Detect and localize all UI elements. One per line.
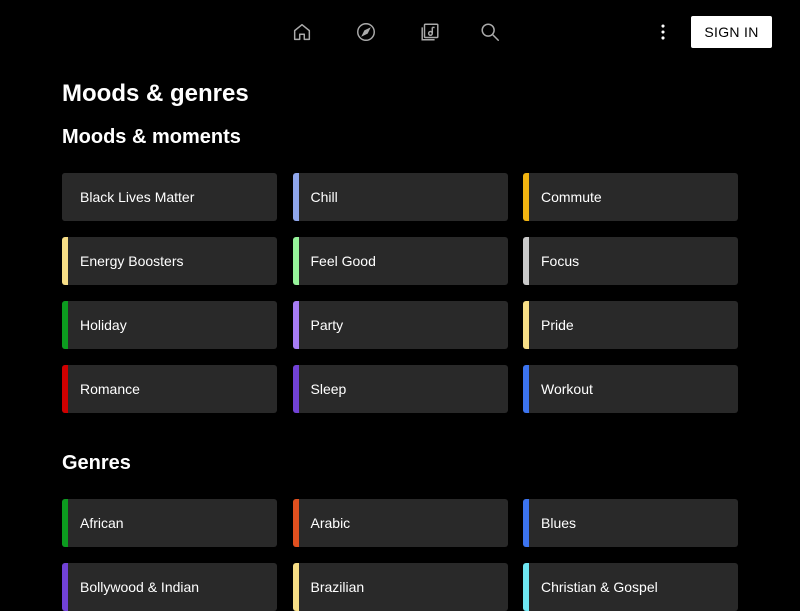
chip-color-bar (292, 365, 299, 413)
chip-color-bar (523, 499, 529, 547)
chip-label: Brazilian (310, 579, 365, 595)
chip-color-bar (62, 237, 68, 285)
chip-color-bar (62, 499, 68, 547)
chip-color-bar (62, 173, 68, 221)
chip-label: Feel Good (310, 253, 376, 269)
top-nav-bar: SIGN IN (0, 0, 800, 64)
chip-color-bar (292, 499, 299, 547)
chip-label: Romance (80, 381, 140, 397)
chip-color-bar (523, 173, 529, 221)
genre-chip[interactable]: African (62, 499, 277, 547)
chip-color-bar (523, 301, 529, 349)
page-title: Moods & genres (62, 80, 249, 107)
chip-color-bar (292, 237, 299, 285)
chip-label: Christian & Gospel (541, 579, 658, 595)
genre-chip[interactable]: Brazilian (292, 563, 508, 611)
chip-label: Focus (541, 253, 580, 269)
mood-chip[interactable]: Holiday (62, 301, 277, 349)
chip-color-bar (523, 237, 529, 285)
chip-color-bar (292, 563, 299, 611)
genre-chip[interactable]: Arabic (292, 499, 508, 547)
chip-label: Bollywood & Indian (80, 579, 200, 595)
chip-color-bar (523, 563, 529, 611)
chip-color-bar (523, 365, 529, 413)
chip-color-bar (292, 301, 299, 349)
mood-chip[interactable]: Chill (292, 173, 508, 221)
moods-grid: Black Lives Matter Chill Commute Energy Boo… (62, 173, 738, 413)
mood-chip[interactable]: Feel Good (292, 237, 508, 285)
genre-chip[interactable]: Blues (523, 499, 738, 547)
explore-icon[interactable] (354, 20, 378, 44)
chip-label: Chill (310, 189, 338, 205)
mood-chip[interactable]: Black Lives Matter (62, 173, 277, 221)
mood-chip[interactable]: Party (292, 301, 508, 349)
sign-in-button[interactable]: SIGN IN (691, 16, 772, 48)
chip-color-bar (62, 365, 68, 413)
mood-chip[interactable]: Focus (523, 237, 738, 285)
chip-label: Party (310, 317, 344, 333)
genre-chip[interactable]: Bollywood & Indian (62, 563, 277, 611)
chip-label: Sleep (310, 381, 347, 397)
chip-label: Pride (541, 317, 574, 333)
home-icon[interactable] (290, 20, 314, 44)
search-icon[interactable] (478, 20, 502, 44)
chip-label: Arabic (310, 515, 351, 531)
genres-section-title: Genres (62, 452, 131, 474)
chip-label: Workout (541, 381, 593, 397)
genre-chip[interactable]: Christian & Gospel (523, 563, 738, 611)
chip-label: Holiday (80, 317, 127, 333)
chip-label: Energy Boosters (80, 253, 184, 269)
chip-label: African (80, 515, 124, 531)
mood-chip[interactable]: Romance (62, 365, 277, 413)
more-vert-icon[interactable] (651, 20, 675, 44)
mood-chip[interactable]: Energy Boosters (62, 237, 277, 285)
mood-chip[interactable]: Sleep (292, 365, 508, 413)
chip-color-bar (292, 173, 299, 221)
chip-label: Commute (541, 189, 602, 205)
moods-section-title: Moods & moments (62, 126, 241, 148)
chip-color-bar (62, 301, 68, 349)
mood-chip[interactable]: Pride (523, 301, 738, 349)
chip-label: Black Lives Matter (80, 189, 195, 205)
mood-chip[interactable]: Commute (523, 173, 738, 221)
genres-grid: African Arabic Blues Bollywood & Indian Braz… (62, 499, 738, 611)
library-icon[interactable] (418, 20, 442, 44)
mood-chip[interactable]: Workout (523, 365, 738, 413)
chip-label: Blues (541, 515, 577, 531)
chip-color-bar (62, 563, 68, 611)
